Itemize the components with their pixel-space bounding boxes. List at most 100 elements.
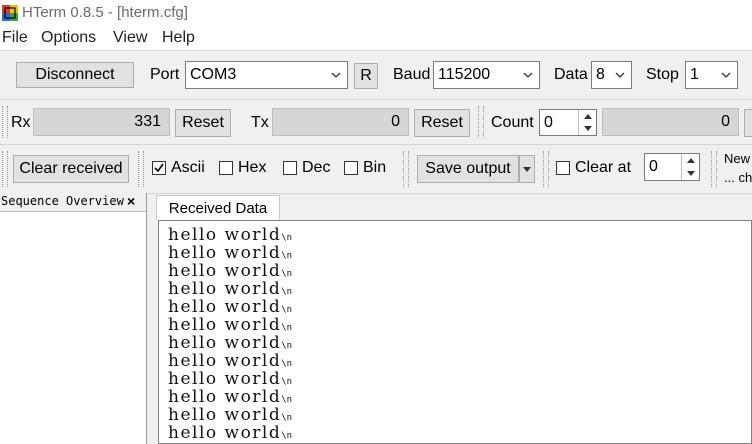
clear-at-spinbox[interactable]: 0 — [644, 153, 700, 181]
counter-toolbar: Rx 331 Reset Tx 0 Reset Count 0 0 — [0, 100, 752, 145]
tx-counter: 0 — [272, 108, 409, 136]
received-line: hello world\n — [168, 333, 292, 353]
newline-label-line2: ... ch — [724, 170, 752, 185]
received-line-text: hello world — [168, 405, 282, 425]
ascii-label: Ascii — [171, 159, 205, 176]
received-line: hello world\n — [168, 297, 292, 317]
toolbar-grip[interactable] — [711, 151, 717, 187]
received-line: hello world\n — [168, 423, 292, 443]
connection-toolbar: Disconnect Port COM3 R Baud 115200 Data … — [0, 51, 752, 100]
clear-at-value: 0 — [649, 158, 658, 175]
received-line-text: hello world — [168, 333, 282, 353]
stop-bits-select[interactable]: 1 — [685, 61, 738, 89]
tx-reset-button[interactable]: Reset — [414, 109, 470, 137]
window-title: HTerm 0.8.5 - [hterm.cfg] — [22, 4, 188, 21]
menu-file[interactable]: File — [2, 29, 28, 47]
stop-bits-value: 1 — [690, 66, 699, 83]
stop-bits-label: Stop — [646, 66, 679, 83]
received-line-text: hello world — [168, 243, 282, 263]
count-reset-button-partial[interactable] — [744, 109, 752, 137]
dec-checkbox[interactable]: Dec — [283, 159, 330, 177]
check-icon — [152, 161, 166, 175]
received-line-text: hello world — [168, 369, 282, 389]
clear-at-checkbox[interactable]: Clear at — [556, 159, 631, 177]
received-line: hello world\n — [168, 261, 292, 281]
count-value: 0 — [544, 113, 553, 131]
menu-bar: File Options View Help — [0, 26, 752, 50]
refresh-ports-button[interactable]: R — [354, 63, 378, 89]
baud-value: 115200 — [438, 66, 491, 83]
receive-toolbar: Clear received Ascii Hex Dec Bin Save ou… — [0, 145, 752, 194]
baud-label: Baud — [393, 66, 431, 83]
clear-received-button[interactable]: Clear received — [13, 155, 129, 183]
ascii-checkbox[interactable]: Ascii — [152, 159, 205, 177]
newline-marker: \n — [281, 269, 293, 279]
newline-marker: \n — [281, 323, 293, 333]
received-line-text: hello world — [168, 351, 282, 371]
sequence-overview-title: Sequence Overview — [1, 194, 124, 208]
received-line-text: hello world — [168, 279, 282, 299]
disconnect-button[interactable]: Disconnect — [16, 62, 134, 88]
spin-down-icon[interactable] — [579, 123, 596, 136]
port-value: COM3 — [190, 66, 237, 83]
received-line: hello world\n — [168, 225, 292, 245]
rx-label: Rx — [11, 114, 31, 131]
toolbar-grip[interactable] — [543, 151, 549, 187]
hex-label: Hex — [238, 159, 267, 176]
received-line-text: hello world — [168, 225, 282, 245]
newline-marker: \n — [281, 305, 293, 315]
received-line: hello world\n — [168, 405, 292, 425]
spin-up-icon[interactable] — [682, 154, 699, 167]
chevron-down-icon — [721, 72, 731, 78]
received-line-text: hello world — [168, 297, 282, 317]
newline-marker: \n — [281, 413, 293, 423]
newline-marker: \n — [281, 377, 293, 387]
close-icon[interactable]: × — [127, 193, 135, 209]
toolbar-grip[interactable] — [2, 106, 8, 138]
toolbar-grip[interactable] — [2, 151, 8, 187]
chevron-down-icon — [615, 72, 625, 78]
received-data-area[interactable]: hello world\n hello world\n hello world\n h… — [158, 220, 752, 444]
rx-counter: 331 — [33, 108, 170, 136]
spin-down-icon[interactable] — [682, 167, 699, 180]
toolbar-grip[interactable] — [138, 151, 144, 187]
data-bits-value: 8 — [596, 66, 605, 83]
received-line: hello world\n — [168, 279, 292, 299]
menu-help[interactable]: Help — [162, 29, 195, 47]
hex-checkbox[interactable]: Hex — [219, 159, 266, 177]
clear-at-label: Clear at — [575, 159, 632, 176]
tab-received-data[interactable]: Received Data — [156, 195, 280, 220]
newline-marker: \n — [281, 395, 293, 405]
caret-down-icon — [523, 166, 531, 172]
received-line-text: hello world — [168, 261, 282, 281]
spin-up-icon[interactable] — [579, 110, 596, 123]
received-line-text: hello world — [168, 315, 282, 335]
newline-marker: \n — [281, 431, 293, 441]
toolbar-grip[interactable] — [403, 151, 409, 187]
count-spinbox[interactable]: 0 — [539, 109, 597, 136]
chevron-down-icon — [523, 72, 533, 78]
newline-marker: \n — [281, 251, 293, 261]
baud-select[interactable]: 115200 — [433, 61, 540, 89]
bin-label: Bin — [363, 159, 387, 176]
newline-marker: \n — [281, 341, 293, 351]
menu-options[interactable]: Options — [41, 29, 96, 47]
toolbar-grip[interactable] — [478, 106, 484, 138]
save-output-button[interactable]: Save output — [417, 155, 519, 183]
newline-label-line1: New — [724, 151, 751, 166]
tx-label: Tx — [251, 114, 269, 131]
received-line-text: hello world — [168, 423, 282, 443]
received-line: hello world\n — [168, 369, 292, 389]
bin-checkbox[interactable]: Bin — [344, 159, 386, 177]
port-select[interactable]: COM3 — [185, 61, 348, 89]
newline-marker: \n — [281, 287, 293, 297]
rx-reset-button[interactable]: Reset — [175, 109, 231, 137]
data-bits-label: Data — [554, 66, 588, 83]
save-output-dropdown[interactable] — [519, 155, 535, 183]
chevron-down-icon — [331, 72, 341, 78]
newline-marker: \n — [281, 233, 293, 243]
menu-view[interactable]: View — [113, 29, 147, 47]
data-bits-select[interactable]: 8 — [591, 61, 632, 89]
received-line: hello world\n — [168, 315, 292, 335]
newline-marker: \n — [281, 359, 293, 369]
